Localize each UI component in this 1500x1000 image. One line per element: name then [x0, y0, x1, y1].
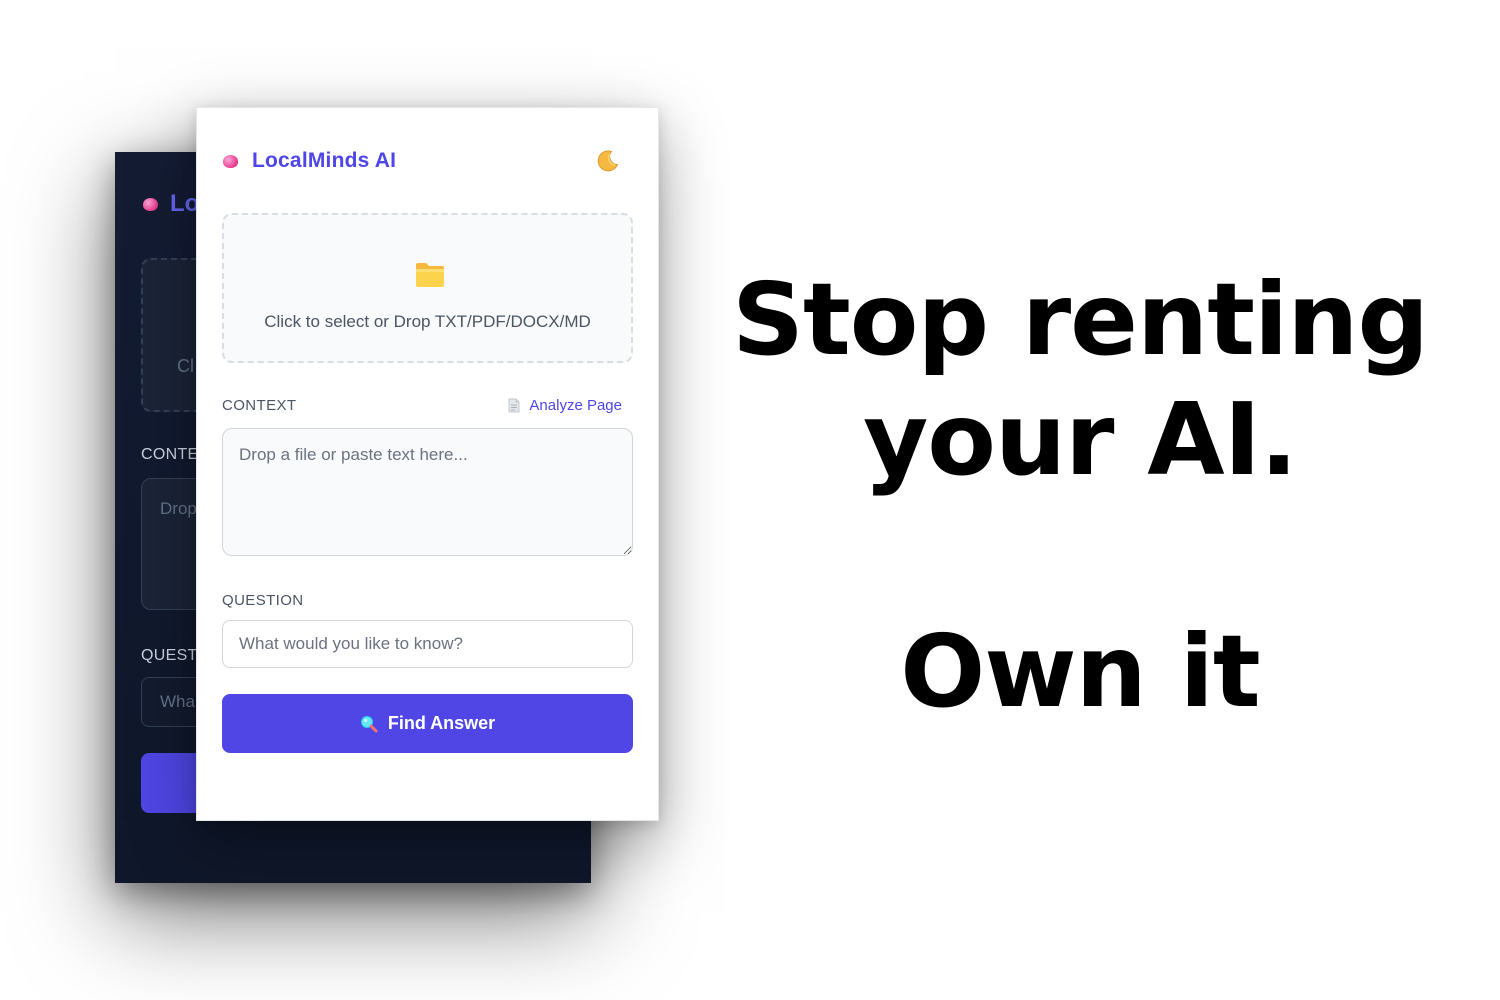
dropzone-text: Click to select or Drop TXT/PDF/DOCX/MD: [264, 312, 591, 331]
dark-brand: Lo: [143, 190, 199, 218]
dark-dropzone-text: Cl: [177, 356, 194, 376]
find-answer-label: Find Answer: [387, 713, 496, 733]
app-title: LocalMinds AI: [252, 149, 397, 172]
headline-line-2: your AI.: [863, 381, 1298, 498]
brain-icon: [143, 197, 158, 211]
find-answer-button[interactable]: Find Answer: [222, 694, 633, 753]
context-label: CONTEXT: [222, 397, 297, 414]
headline-line-3: Own it: [900, 613, 1260, 730]
question-input[interactable]: [222, 620, 633, 668]
file-dropzone[interactable]: Click to select or Drop TXT/PDF/DOCX/MD: [222, 213, 633, 363]
dark-textarea-placeholder: Drop: [160, 499, 197, 518]
popup-header: LocalMinds AI: [223, 146, 632, 176]
brain-icon: [223, 154, 238, 168]
dark-context-label: CONTE: [141, 446, 199, 463]
theme-toggle-button[interactable]: [596, 149, 620, 173]
analyze-page-label: Analyze Page: [529, 397, 622, 414]
headline-line-1: Stop renting: [731, 261, 1429, 378]
brand: LocalMinds AI: [223, 149, 396, 173]
document-icon: [509, 398, 520, 413]
analyze-page-button[interactable]: Analyze Page: [508, 397, 622, 414]
magnifier-icon: [360, 715, 378, 732]
moon-icon: [597, 150, 619, 172]
context-textarea[interactable]: [222, 428, 633, 556]
dark-brand-title: Lo: [170, 190, 200, 217]
dark-question-label: QUEST: [141, 647, 198, 664]
extension-popup: LocalMinds AI Click to select or Drop TX…: [196, 107, 659, 821]
question-label: QUESTION: [222, 592, 304, 609]
dark-input-placeholder: Wha: [160, 692, 195, 711]
folder-icon: [416, 263, 444, 287]
